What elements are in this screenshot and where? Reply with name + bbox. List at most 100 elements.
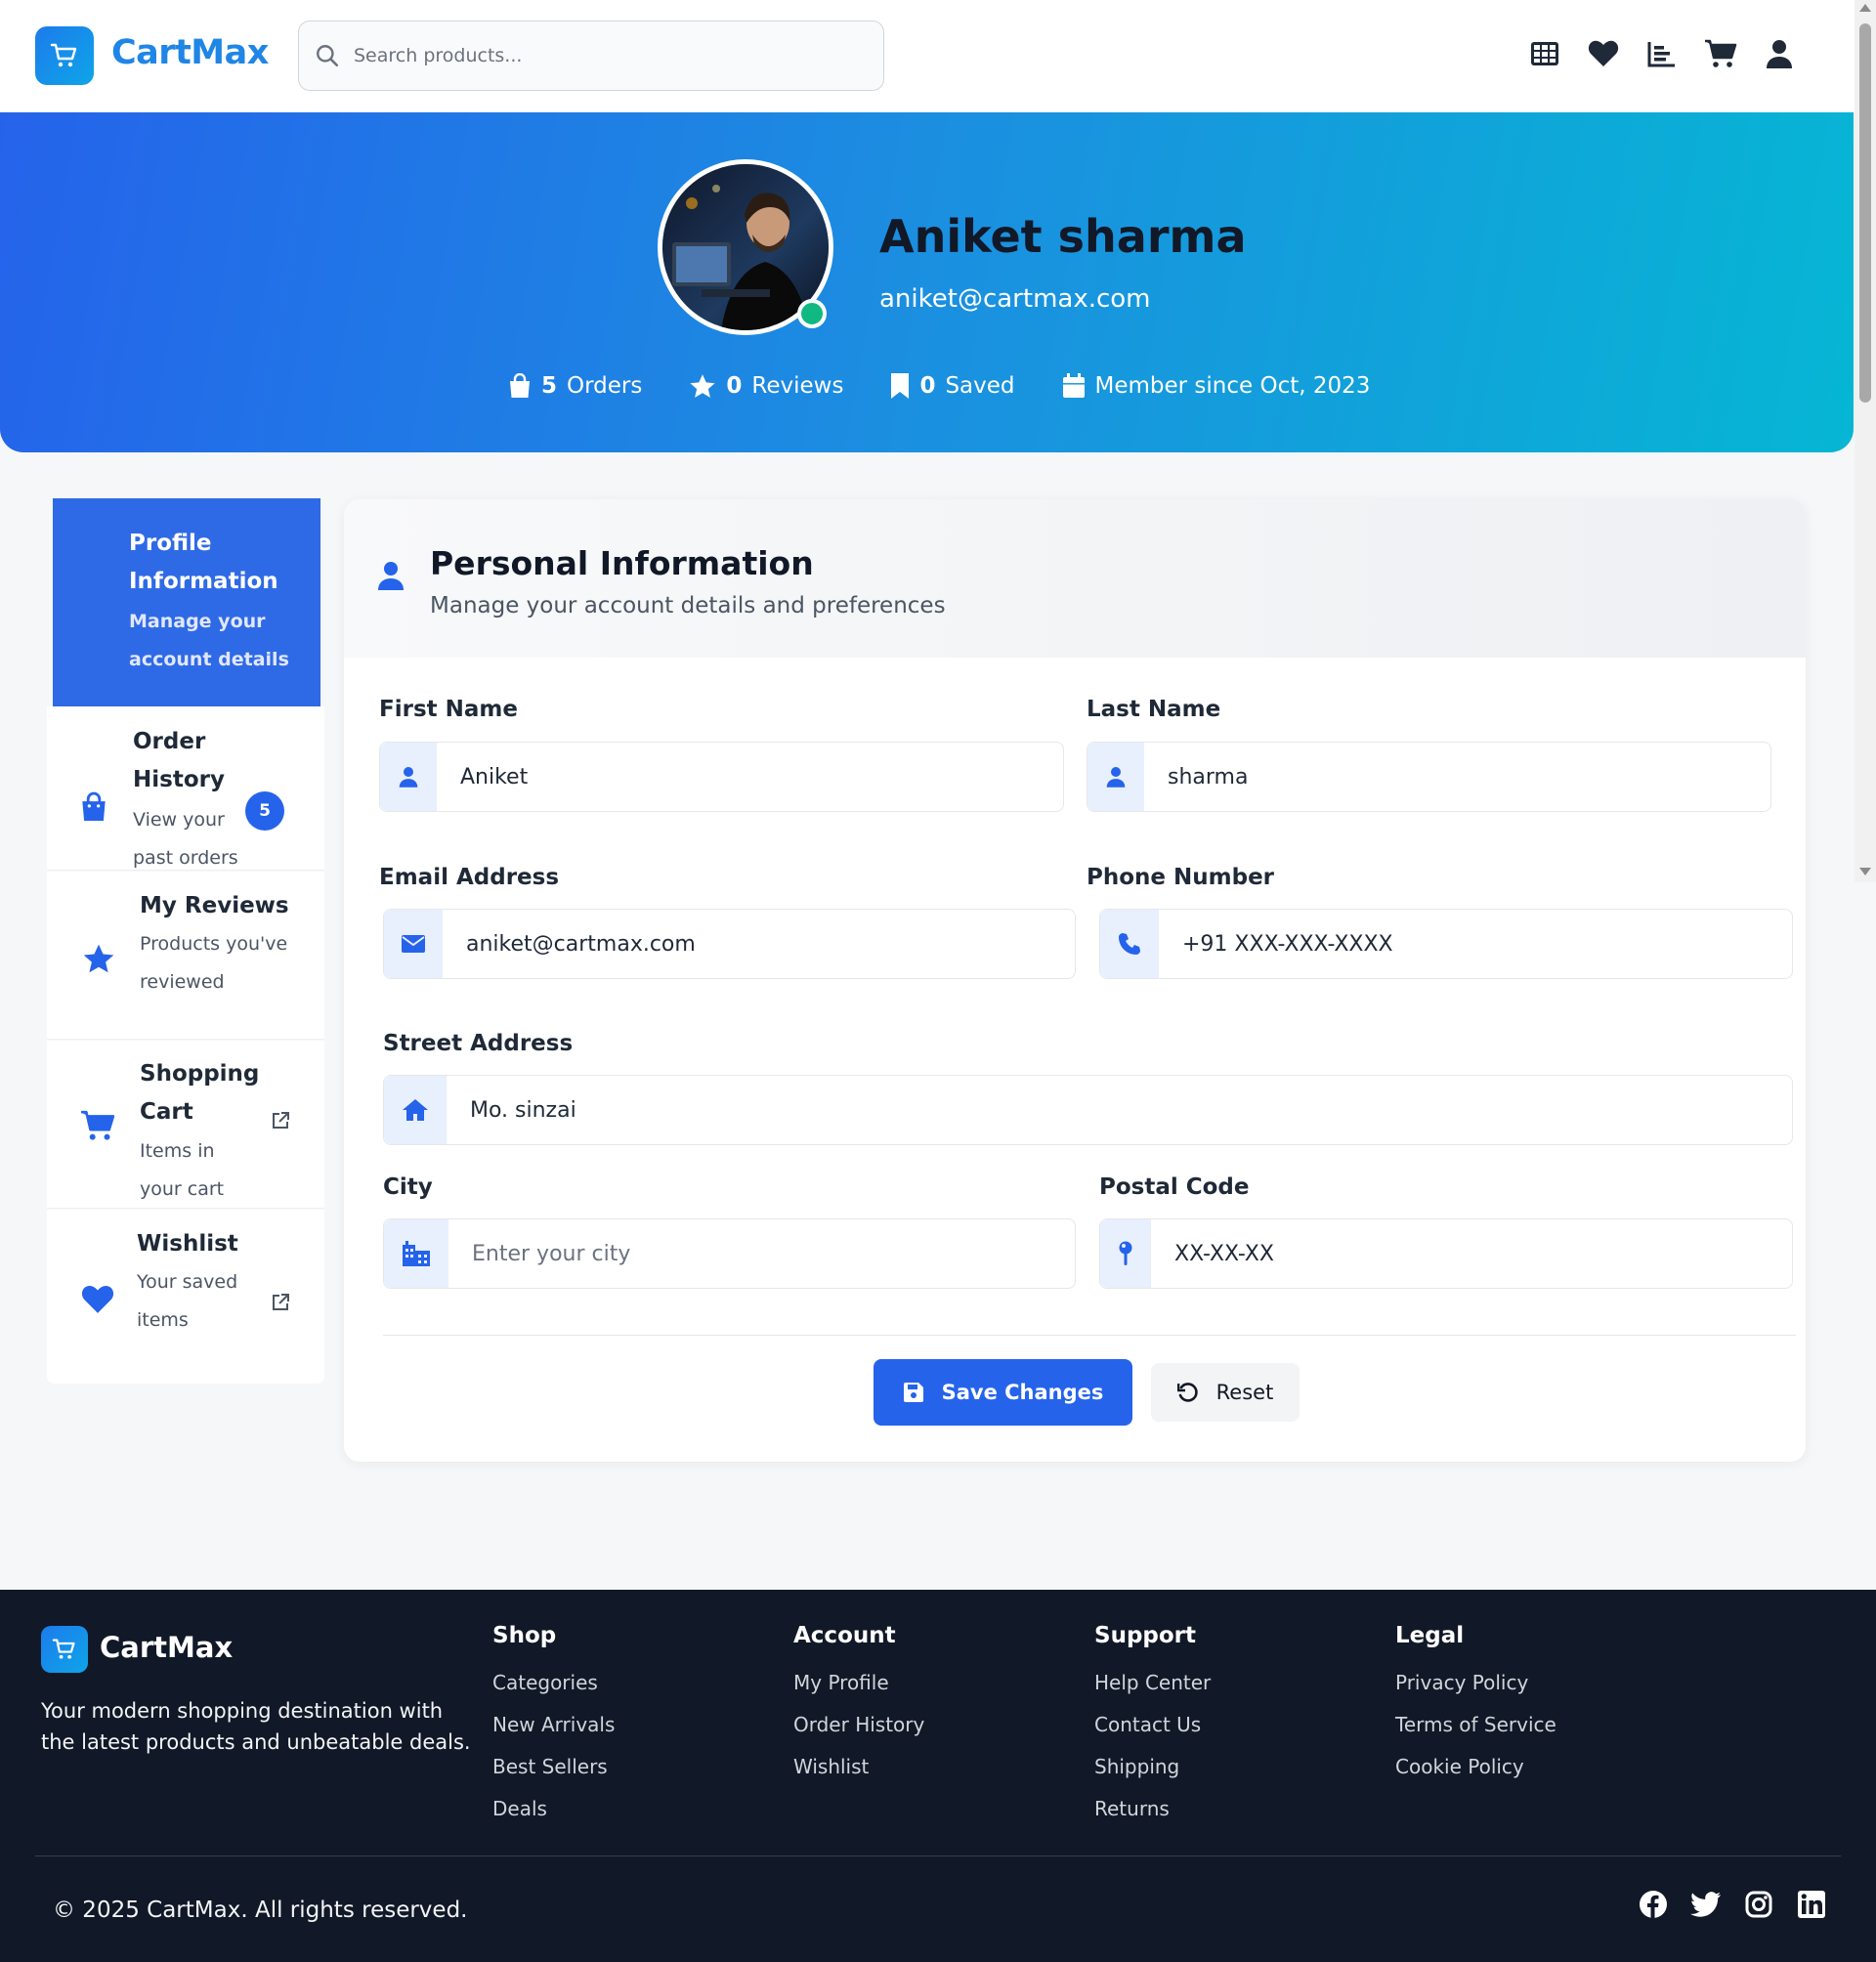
footer-brand-name[interactable]: CartMax <box>100 1631 233 1664</box>
star-icon <box>82 943 115 975</box>
stat-reviews: 0 Reviews <box>689 373 843 400</box>
sidebar-item-title: My Reviews <box>140 893 289 918</box>
bookmark-icon <box>890 372 910 400</box>
postal-code-input[interactable] <box>1151 1219 1792 1288</box>
footer-link-shipping[interactable]: Shipping <box>1094 1746 1211 1788</box>
email-input[interactable] <box>443 910 1075 978</box>
postal-code-field[interactable] <box>1099 1218 1793 1289</box>
sidebar-item-title: Order History <box>133 729 225 792</box>
card-title: Personal Information <box>430 544 814 582</box>
star-icon <box>689 373 716 400</box>
footer-column-title: Support <box>1094 1623 1197 1648</box>
heart-icon <box>81 1285 114 1314</box>
search-bar[interactable] <box>298 21 884 91</box>
profile-email: aniket@cartmax.com <box>879 284 1151 314</box>
bag-icon <box>508 373 532 399</box>
facebook-icon[interactable] <box>1638 1889 1669 1920</box>
social-links <box>1638 1889 1827 1920</box>
last-name-label: Last Name <box>1087 697 1221 722</box>
brand-name[interactable]: CartMax <box>111 33 269 72</box>
search-icon <box>315 43 340 68</box>
footer-copyright: © 2025 CartMax. All rights reserved. <box>53 1898 468 1923</box>
brand-logo-icon[interactable] <box>35 26 94 85</box>
sidebar-item-wishlist[interactable]: Wishlist Your saved items <box>47 1210 324 1384</box>
last-name-input[interactable] <box>1144 743 1770 811</box>
envelope-icon <box>384 910 443 978</box>
footer-column-account: Account My Profile Order History Wishlis… <box>793 1623 924 1788</box>
footer-column-legal: Legal Privacy Policy Terms of Service Co… <box>1395 1623 1556 1788</box>
linkedin-icon[interactable] <box>1796 1889 1827 1920</box>
last-name-field[interactable] <box>1087 742 1771 812</box>
scroll-up-arrow-icon[interactable] <box>1859 4 1871 12</box>
profile-name: Aniket sharma <box>879 210 1247 263</box>
street-address-field[interactable] <box>383 1075 1793 1145</box>
scroll-down-arrow-icon[interactable] <box>1859 868 1871 875</box>
grid-icon[interactable] <box>1528 37 1561 70</box>
phone-field[interactable] <box>1099 909 1793 979</box>
city-input[interactable] <box>448 1219 1075 1288</box>
search-input[interactable] <box>354 45 862 66</box>
order-count-badge: 5 <box>245 791 284 831</box>
vertical-scrollbar[interactable] <box>1855 0 1876 882</box>
footer-column-title: Account <box>793 1623 896 1648</box>
sidebar-item-order-history[interactable]: Order History View your past orders 5 <box>47 706 324 871</box>
first-name-field[interactable] <box>379 742 1064 812</box>
external-link-icon[interactable] <box>271 1111 290 1130</box>
footer-link-order-history[interactable]: Order History <box>793 1704 924 1746</box>
calendar-icon <box>1062 373 1086 399</box>
footer-link-returns[interactable]: Returns <box>1094 1788 1211 1830</box>
footer-logo-icon[interactable] <box>41 1626 88 1673</box>
cart-icon[interactable] <box>1704 37 1737 70</box>
email-field[interactable] <box>383 909 1076 979</box>
phone-input[interactable] <box>1159 910 1792 978</box>
sidebar-item-subtitle: View your past orders <box>133 809 238 869</box>
city-label: City <box>383 1174 433 1200</box>
reset-label: Reset <box>1215 1381 1274 1404</box>
sidebar-item-subtitle: Manage your account details <box>129 611 289 670</box>
footer-column-title: Legal <box>1395 1623 1465 1648</box>
footer-column-shop: Shop Categories New Arrivals Best Seller… <box>492 1623 615 1830</box>
footer-description: Your modern shopping destination with th… <box>41 1699 471 1754</box>
save-changes-label: Save Changes <box>941 1381 1104 1404</box>
footer-link-deals[interactable]: Deals <box>492 1788 615 1830</box>
footer-link-my-profile[interactable]: My Profile <box>793 1662 924 1704</box>
footer-link-new-arrivals[interactable]: New Arrivals <box>492 1704 615 1746</box>
sidebar-item-shopping-cart[interactable]: Shopping Cart Items in your cart <box>47 1041 324 1209</box>
footer-link-cookie-policy[interactable]: Cookie Policy <box>1395 1746 1556 1788</box>
footer-link-privacy-policy[interactable]: Privacy Policy <box>1395 1662 1556 1704</box>
footer-link-wishlist[interactable]: Wishlist <box>793 1746 924 1788</box>
sidebar-item-title: Wishlist <box>137 1231 238 1257</box>
stat-orders-label: Orders <box>567 373 643 399</box>
email-label: Email Address <box>379 865 560 890</box>
first-name-input[interactable] <box>437 743 1063 811</box>
sidebar-item-my-reviews[interactable]: My Reviews Products you've reviewed <box>47 872 324 1040</box>
reset-button[interactable]: Reset <box>1151 1363 1300 1422</box>
site-footer: CartMax Your modern shopping destination… <box>0 1590 1876 1962</box>
profile-hero: Aniket sharma aniket@cartmax.com 5 Order… <box>0 112 1854 452</box>
scrollbar-thumb[interactable] <box>1859 23 1871 403</box>
user-icon[interactable] <box>1763 37 1796 70</box>
footer-link-categories[interactable]: Categories <box>492 1662 615 1704</box>
sidebar-item-title: Profile Information <box>129 531 278 594</box>
stat-saved: 0 Saved <box>890 372 1015 400</box>
sidebar-item-profile-information[interactable]: Profile Information Manage your account … <box>53 498 320 706</box>
first-name-label: First Name <box>379 697 518 722</box>
heart-icon[interactable] <box>1587 37 1620 70</box>
instagram-icon[interactable] <box>1743 1889 1774 1920</box>
footer-link-help-center[interactable]: Help Center <box>1094 1662 1211 1704</box>
chart-icon[interactable] <box>1645 37 1679 70</box>
footer-link-contact-us[interactable]: Contact Us <box>1094 1704 1211 1746</box>
sidebar-item-subtitle: Products you've reviewed <box>140 933 288 993</box>
user-icon <box>377 560 405 591</box>
footer-link-best-sellers[interactable]: Best Sellers <box>492 1746 615 1788</box>
twitter-icon[interactable] <box>1690 1889 1722 1920</box>
map-pin-icon <box>1100 1219 1151 1288</box>
city-field[interactable] <box>383 1218 1076 1289</box>
save-changes-button[interactable]: Save Changes <box>874 1359 1132 1426</box>
phone-icon <box>1100 910 1159 978</box>
footer-link-terms-of-service[interactable]: Terms of Service <box>1395 1704 1556 1746</box>
user-icon <box>380 743 437 811</box>
external-link-icon[interactable] <box>271 1293 290 1312</box>
personal-info-card: Personal Information Manage your account… <box>344 499 1806 1462</box>
street-address-input[interactable] <box>447 1076 1792 1144</box>
